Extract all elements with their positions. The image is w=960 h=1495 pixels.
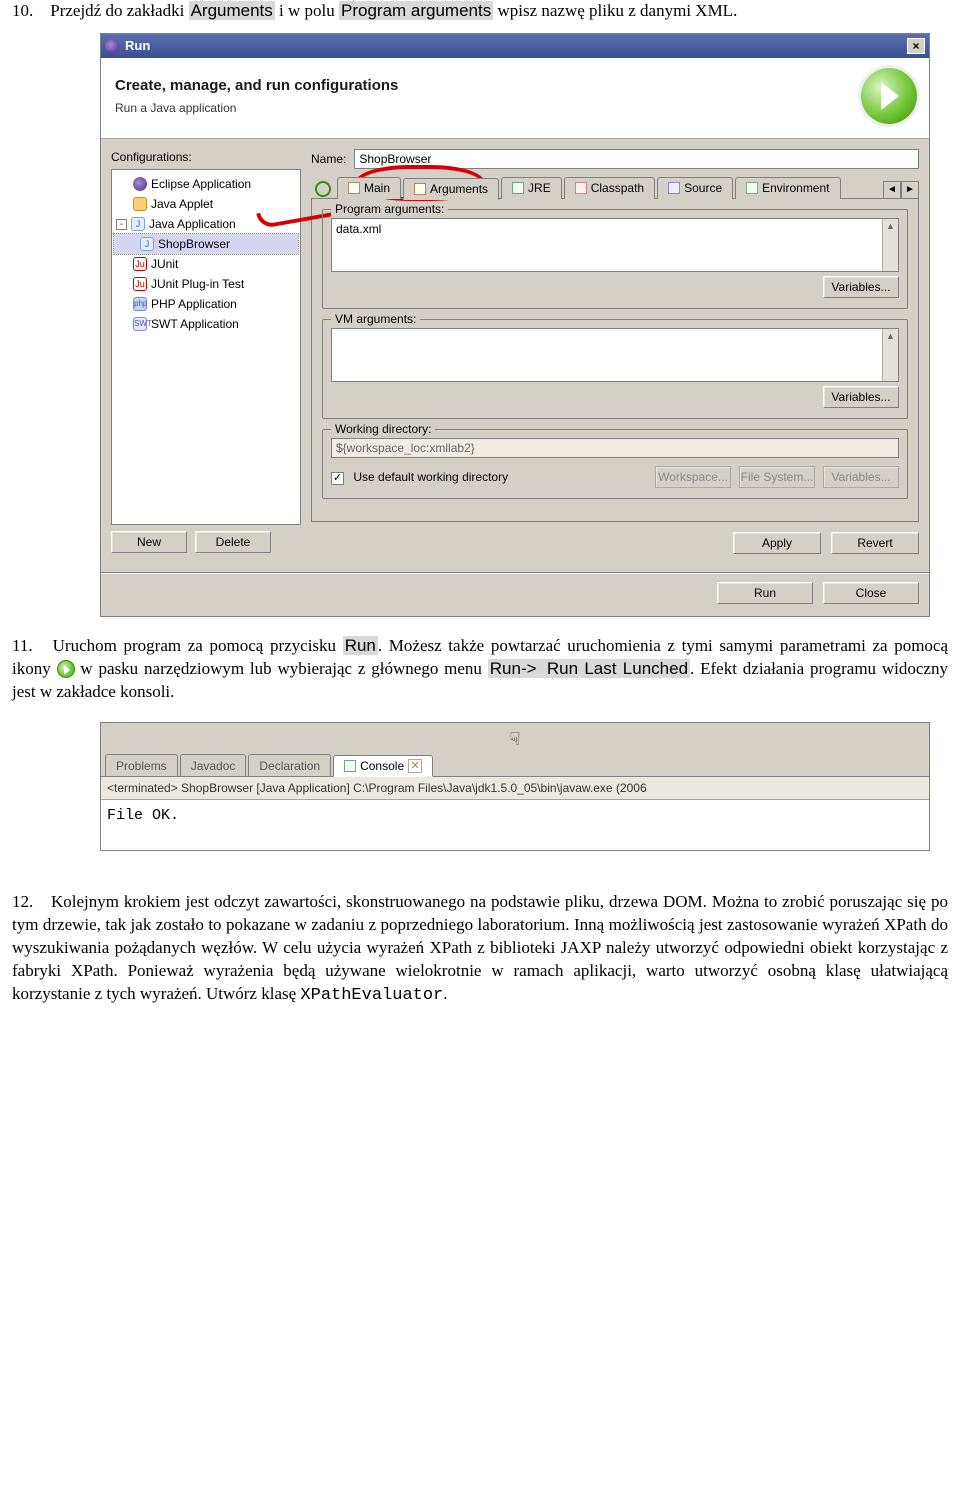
tree-item-junit[interactable]: JuJUnit — [114, 254, 298, 274]
program-arguments-input[interactable]: data.xml — [331, 218, 899, 272]
console-output: File OK. — [101, 800, 929, 850]
close-tab-icon[interactable]: ✕ — [408, 759, 422, 773]
applet-icon — [133, 197, 147, 211]
delete-config-button[interactable]: Delete — [195, 531, 271, 553]
highlight-arguments: Arguments — [189, 1, 275, 20]
working-directory-input — [331, 438, 899, 458]
scrollbar[interactable] — [882, 219, 898, 271]
swt-icon: SWT — [133, 317, 147, 331]
run-dialog-screenshot: Run × Create, manage, and run configurat… — [100, 33, 948, 617]
titlebar: Run × — [101, 34, 929, 58]
step-12: 12. Kolejnym krokiem jest odczyt zawarto… — [12, 891, 948, 1008]
banner-title: Create, manage, and run configurations — [115, 76, 398, 96]
jre-icon — [512, 182, 524, 194]
apply-button[interactable]: Apply — [733, 532, 821, 554]
vm-arguments-label: VM arguments: — [331, 311, 420, 327]
junit-icon: Ju — [133, 277, 147, 291]
tree-item-eclipse-application[interactable]: Eclipse Application — [114, 174, 298, 194]
step-12-number: 12. — [12, 891, 46, 914]
classpath-icon — [575, 182, 587, 194]
program-arguments-label: Program arguments: — [331, 201, 448, 217]
dialog-banner: Create, manage, and run configurations R… — [101, 58, 929, 139]
highlight-program-arguments: Program arguments — [339, 1, 493, 20]
dialog-title: Run — [125, 37, 150, 55]
tab-javadoc[interactable]: Javadoc — [180, 754, 247, 776]
php-icon: php — [133, 297, 147, 311]
tab-classpath[interactable]: Classpath — [564, 177, 655, 199]
filesystem-button: File System... — [739, 466, 815, 488]
tab-jre[interactable]: JRE — [501, 177, 562, 199]
vm-arguments-input[interactable] — [331, 328, 899, 382]
config-tabbar: Main Arguments JRE Classpath Source Envi… — [311, 177, 919, 199]
arguments-tabpanel: Program arguments: data.xml Variables...… — [311, 199, 919, 522]
highlight-run-last-launched: Run Last Lunched — [545, 659, 690, 678]
vm-arguments-group: VM arguments: Variables... — [322, 319, 908, 419]
name-label: Name: — [311, 151, 346, 167]
console-icon — [344, 760, 356, 772]
console-status: <terminated> ShopBrowser [Java Applicati… — [101, 777, 929, 800]
working-directory-label: Working directory: — [331, 421, 435, 437]
program-arguments-group: Program arguments: data.xml Variables... — [322, 209, 908, 309]
java-icon: J — [131, 217, 145, 231]
highlight-run-menu: Run-> — [488, 659, 545, 678]
tab-scroll-right[interactable]: ► — [901, 181, 919, 199]
console-screenshot: ☟ Problems Javadoc Declaration Console ✕… — [100, 722, 930, 852]
pointer-icon: ☟ — [101, 723, 929, 751]
program-args-variables-button[interactable]: Variables... — [823, 276, 899, 298]
working-directory-group: Working directory: ✓ Use default working… — [322, 429, 908, 499]
tree-item-java-application[interactable]: -JJava Application — [114, 214, 298, 234]
console-view: ☟ Problems Javadoc Declaration Console ✕… — [100, 722, 930, 852]
tab-console[interactable]: Console ✕ — [333, 755, 433, 777]
close-button[interactable]: Close — [823, 582, 919, 604]
new-config-button[interactable]: New — [111, 531, 187, 553]
dialog-separator — [101, 572, 929, 574]
tab-scroll-left[interactable]: ◄ — [883, 181, 901, 199]
view-tabs: Problems Javadoc Declaration Console ✕ — [101, 751, 929, 777]
tab-main[interactable]: Main — [337, 177, 401, 199]
tab-source[interactable]: Source — [657, 177, 733, 199]
tab-declaration[interactable]: Declaration — [248, 754, 331, 776]
tab-problems[interactable]: Problems — [105, 754, 178, 776]
configurations-tree[interactable]: Eclipse Application Java Applet -JJava A… — [111, 169, 301, 525]
vm-args-variables-button[interactable]: Variables... — [823, 386, 899, 408]
junit-icon: Ju — [133, 257, 147, 271]
tree-item-swt-application[interactable]: SWTSWT Application — [114, 314, 298, 334]
environment-icon — [746, 182, 758, 194]
source-icon — [668, 182, 680, 194]
tree-item-junit-plugin[interactable]: JuJUnit Plug-in Test — [114, 274, 298, 294]
arguments-icon — [414, 183, 426, 195]
step-10: 10. Przejdź do zakładki Arguments i w po… — [12, 0, 948, 23]
collapse-icon[interactable]: - — [116, 219, 127, 230]
run-button[interactable]: Run — [717, 582, 813, 604]
wd-variables-button: Variables... — [823, 466, 899, 488]
eclipse-icon — [133, 177, 147, 191]
use-default-wd-checkbox[interactable]: ✓ — [331, 472, 344, 485]
step-11: 11. Uruchom program za pomocą przycisku … — [12, 635, 948, 704]
run-toolbar-icon — [57, 660, 75, 678]
scrollbar[interactable] — [882, 329, 898, 381]
main-icon — [348, 182, 360, 194]
tree-item-php-application[interactable]: phpPHP Application — [114, 294, 298, 314]
config-name-input[interactable] — [354, 149, 919, 169]
refresh-icon[interactable] — [315, 181, 331, 197]
revert-button[interactable]: Revert — [831, 532, 919, 554]
run-badge-icon — [861, 68, 917, 124]
tree-item-shopbrowser[interactable]: JShopBrowser — [114, 234, 298, 254]
java-icon: J — [140, 237, 154, 251]
configurations-label: Configurations: — [111, 149, 301, 165]
step-11-number: 11. — [12, 635, 46, 658]
tree-item-java-applet[interactable]: Java Applet — [114, 194, 298, 214]
run-dialog: Run × Create, manage, and run configurat… — [100, 33, 930, 617]
workspace-button: Workspace... — [655, 466, 731, 488]
use-default-wd-label: Use default working directory — [353, 470, 508, 484]
class-name-xpathevaluator: XPathEvaluator — [300, 986, 443, 1005]
close-icon[interactable]: × — [907, 38, 925, 54]
highlight-run: Run — [343, 636, 378, 655]
banner-subtitle: Run a Java application — [115, 100, 398, 116]
step-10-number: 10. — [12, 0, 46, 23]
tab-environment[interactable]: Environment — [735, 177, 840, 199]
tab-arguments[interactable]: Arguments — [403, 178, 499, 200]
eclipse-icon — [105, 39, 119, 53]
